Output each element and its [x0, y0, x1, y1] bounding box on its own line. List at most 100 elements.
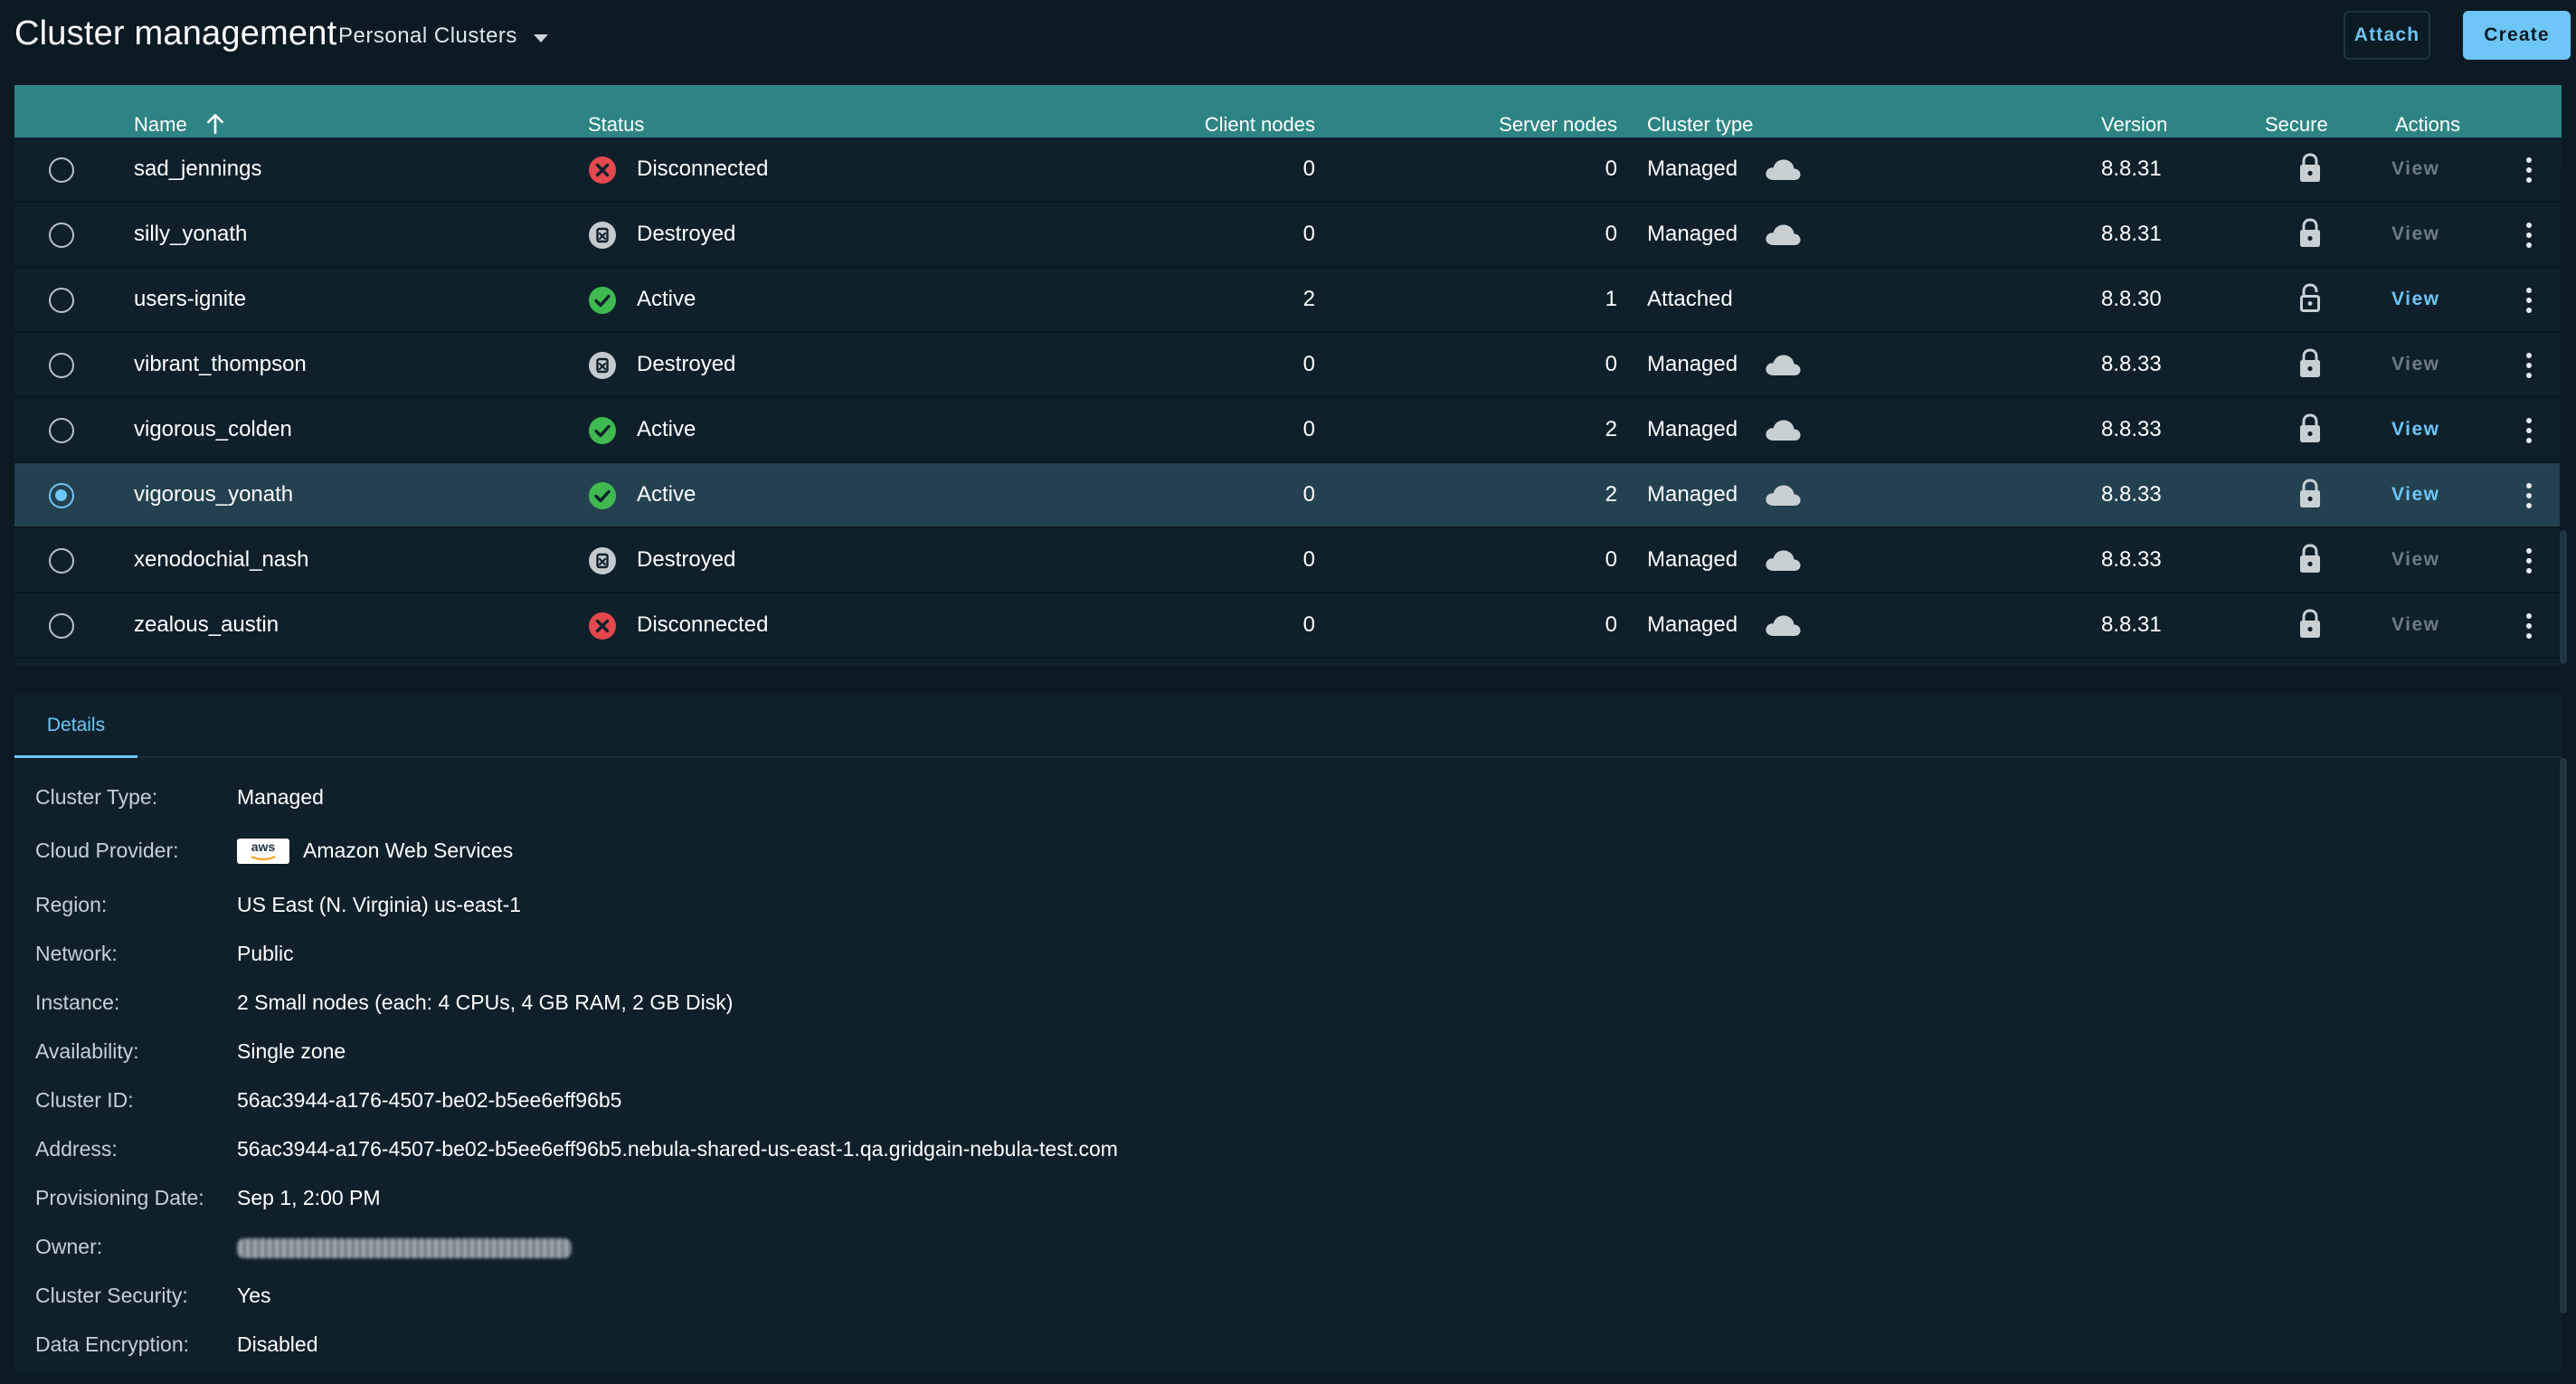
view-link[interactable]: View: [2391, 333, 2439, 396]
detail-label: Cloud Provider:: [35, 839, 179, 862]
row-select-radio[interactable]: [49, 483, 74, 508]
view-link[interactable]: View: [2391, 463, 2439, 526]
more-actions-icon[interactable]: [2524, 481, 2534, 510]
table-scrollbar-thumb[interactable]: [2560, 530, 2567, 664]
check-icon: [588, 286, 617, 315]
table-row[interactable]: users-ignite Active 2 1 Attached 8.8.30 View: [14, 268, 2562, 333]
table-row[interactable]: xenodochial_nash Destroyed 0 0 Managed 8.8.33…: [14, 528, 2562, 593]
cluster-status: Destroyed: [637, 352, 736, 376]
server-nodes: 0: [1605, 547, 1617, 572]
detail-label: Cluster Type:: [35, 785, 158, 809]
cluster-name: zealous_austin: [134, 612, 279, 637]
cluster-name: vigorous_colden: [134, 417, 292, 441]
table-row[interactable]: vigorous_colden Active 0 2 Managed 8.8.33 View: [14, 398, 2562, 463]
view-link[interactable]: View: [2391, 268, 2439, 331]
server-nodes: 1: [1605, 287, 1617, 311]
detail-value: Managed: [237, 785, 324, 809]
row-select-radio[interactable]: [49, 548, 74, 574]
more-actions-icon[interactable]: [2524, 221, 2534, 250]
detail-value: US East (N. Virginia) us-east-1: [237, 893, 522, 916]
destroyed-icon: [588, 546, 617, 575]
detail-label: Provisioning Date:: [35, 1186, 204, 1209]
view-link[interactable]: View: [2391, 593, 2439, 657]
create-button[interactable]: Create: [2463, 11, 2571, 60]
cluster-type: Attached: [1647, 287, 1733, 311]
table-row[interactable]: vibrant_thompson Destroyed 0 0 Managed 8.8.33…: [14, 333, 2562, 398]
cluster-status: Destroyed: [637, 547, 736, 572]
cluster-type: Managed: [1647, 482, 1738, 507]
client-nodes: 2: [1302, 287, 1315, 311]
cluster-name: sad_jennings: [134, 156, 262, 181]
detail-label: Instance:: [35, 991, 120, 1014]
more-actions-icon[interactable]: [2524, 416, 2534, 445]
table-row[interactable]: sad_jennings Disconnected 0 0 Managed 8.8.31 V…: [14, 137, 2562, 203]
more-actions-icon[interactable]: [2524, 546, 2534, 575]
details-tabs: Details: [14, 693, 2562, 758]
cluster-status: Disconnected: [637, 612, 769, 637]
cluster-version: 8.8.33: [2101, 482, 2162, 507]
detail-label: Data Encryption:: [35, 1332, 190, 1356]
detail-label: Cluster Security:: [35, 1284, 188, 1307]
destroyed-icon: [588, 351, 617, 380]
cluster-status: Active: [637, 287, 696, 311]
client-nodes: 0: [1302, 156, 1315, 181]
view-link[interactable]: View: [2391, 398, 2439, 461]
cluster-type: Managed: [1647, 352, 1738, 376]
cluster-version: 8.8.33: [2101, 547, 2162, 572]
client-nodes: 0: [1302, 222, 1315, 246]
table-row[interactable]: vigorous_yonath Active 0 2 Managed 8.8.33 View: [14, 463, 2562, 528]
cluster-version: 8.8.33: [2101, 417, 2162, 441]
cluster-scope-dropdown[interactable]: Personal Clusters: [338, 24, 548, 49]
cluster-status: Active: [637, 482, 696, 507]
cloud-icon: [1764, 483, 1802, 507]
tab-details[interactable]: Details: [14, 693, 137, 758]
detail-value: Single zone: [237, 1039, 346, 1063]
cluster-name: vigorous_yonath: [134, 482, 294, 507]
server-nodes: 0: [1605, 352, 1617, 376]
cloud-icon: [1764, 418, 1802, 441]
cluster-version: 8.8.31: [2101, 156, 2162, 181]
lock-icon: [2297, 217, 2323, 250]
sort-ascending-icon: [206, 114, 223, 135]
view-link[interactable]: View: [2391, 137, 2439, 201]
destroyed-icon: [588, 221, 617, 250]
check-icon: [588, 481, 617, 510]
table-row[interactable]: zealous_austin Disconnected 0 0 Managed 8.8.3…: [14, 593, 2562, 659]
row-select-radio[interactable]: [49, 288, 74, 313]
clusters-table: Name Status Client nodes Server nodes Cl…: [14, 85, 2562, 666]
aws-logo-text: aws: [251, 839, 276, 854]
view-link[interactable]: View: [2391, 528, 2439, 592]
detail-value: Public: [237, 942, 294, 965]
detail-label: Network:: [35, 942, 118, 965]
cluster-scope-value: Personal Clusters: [338, 24, 517, 48]
cluster-status: Active: [637, 417, 696, 441]
server-nodes: 0: [1605, 612, 1617, 637]
more-actions-icon[interactable]: [2524, 156, 2534, 185]
cloud-icon: [1764, 548, 1802, 572]
aws-logo-icon: aws: [237, 839, 289, 864]
row-select-radio[interactable]: [49, 353, 74, 378]
lock-icon: [2297, 412, 2323, 445]
more-actions-icon[interactable]: [2524, 351, 2534, 380]
row-select-radio[interactable]: [49, 157, 74, 183]
lock-icon: [2297, 478, 2323, 510]
row-select-radio[interactable]: [49, 418, 74, 443]
error-icon: [588, 156, 617, 185]
cluster-version: 8.8.30: [2101, 287, 2162, 311]
cluster-type: Managed: [1647, 222, 1738, 246]
cluster-version: 8.8.33: [2101, 352, 2162, 376]
details-scrollbar[interactable]: [2560, 758, 2567, 1313]
detail-value: 56ac3944-a176-4507-be02-b5ee6eff96b5.neb…: [237, 1137, 1118, 1161]
more-actions-icon[interactable]: [2524, 286, 2534, 315]
detail-value: Disabled: [237, 1332, 318, 1356]
row-select-radio[interactable]: [49, 613, 74, 639]
cluster-status: Disconnected: [637, 156, 769, 181]
detail-value: Yes: [237, 1284, 271, 1307]
lock-icon: [2297, 347, 2323, 380]
table-row[interactable]: silly_yonath Destroyed 0 0 Managed 8.8.31 View: [14, 203, 2562, 268]
view-link[interactable]: View: [2391, 203, 2439, 266]
attach-button[interactable]: Attach: [2344, 11, 2430, 60]
more-actions-icon[interactable]: [2524, 611, 2534, 640]
row-select-radio[interactable]: [49, 223, 74, 248]
client-nodes: 0: [1302, 482, 1315, 507]
